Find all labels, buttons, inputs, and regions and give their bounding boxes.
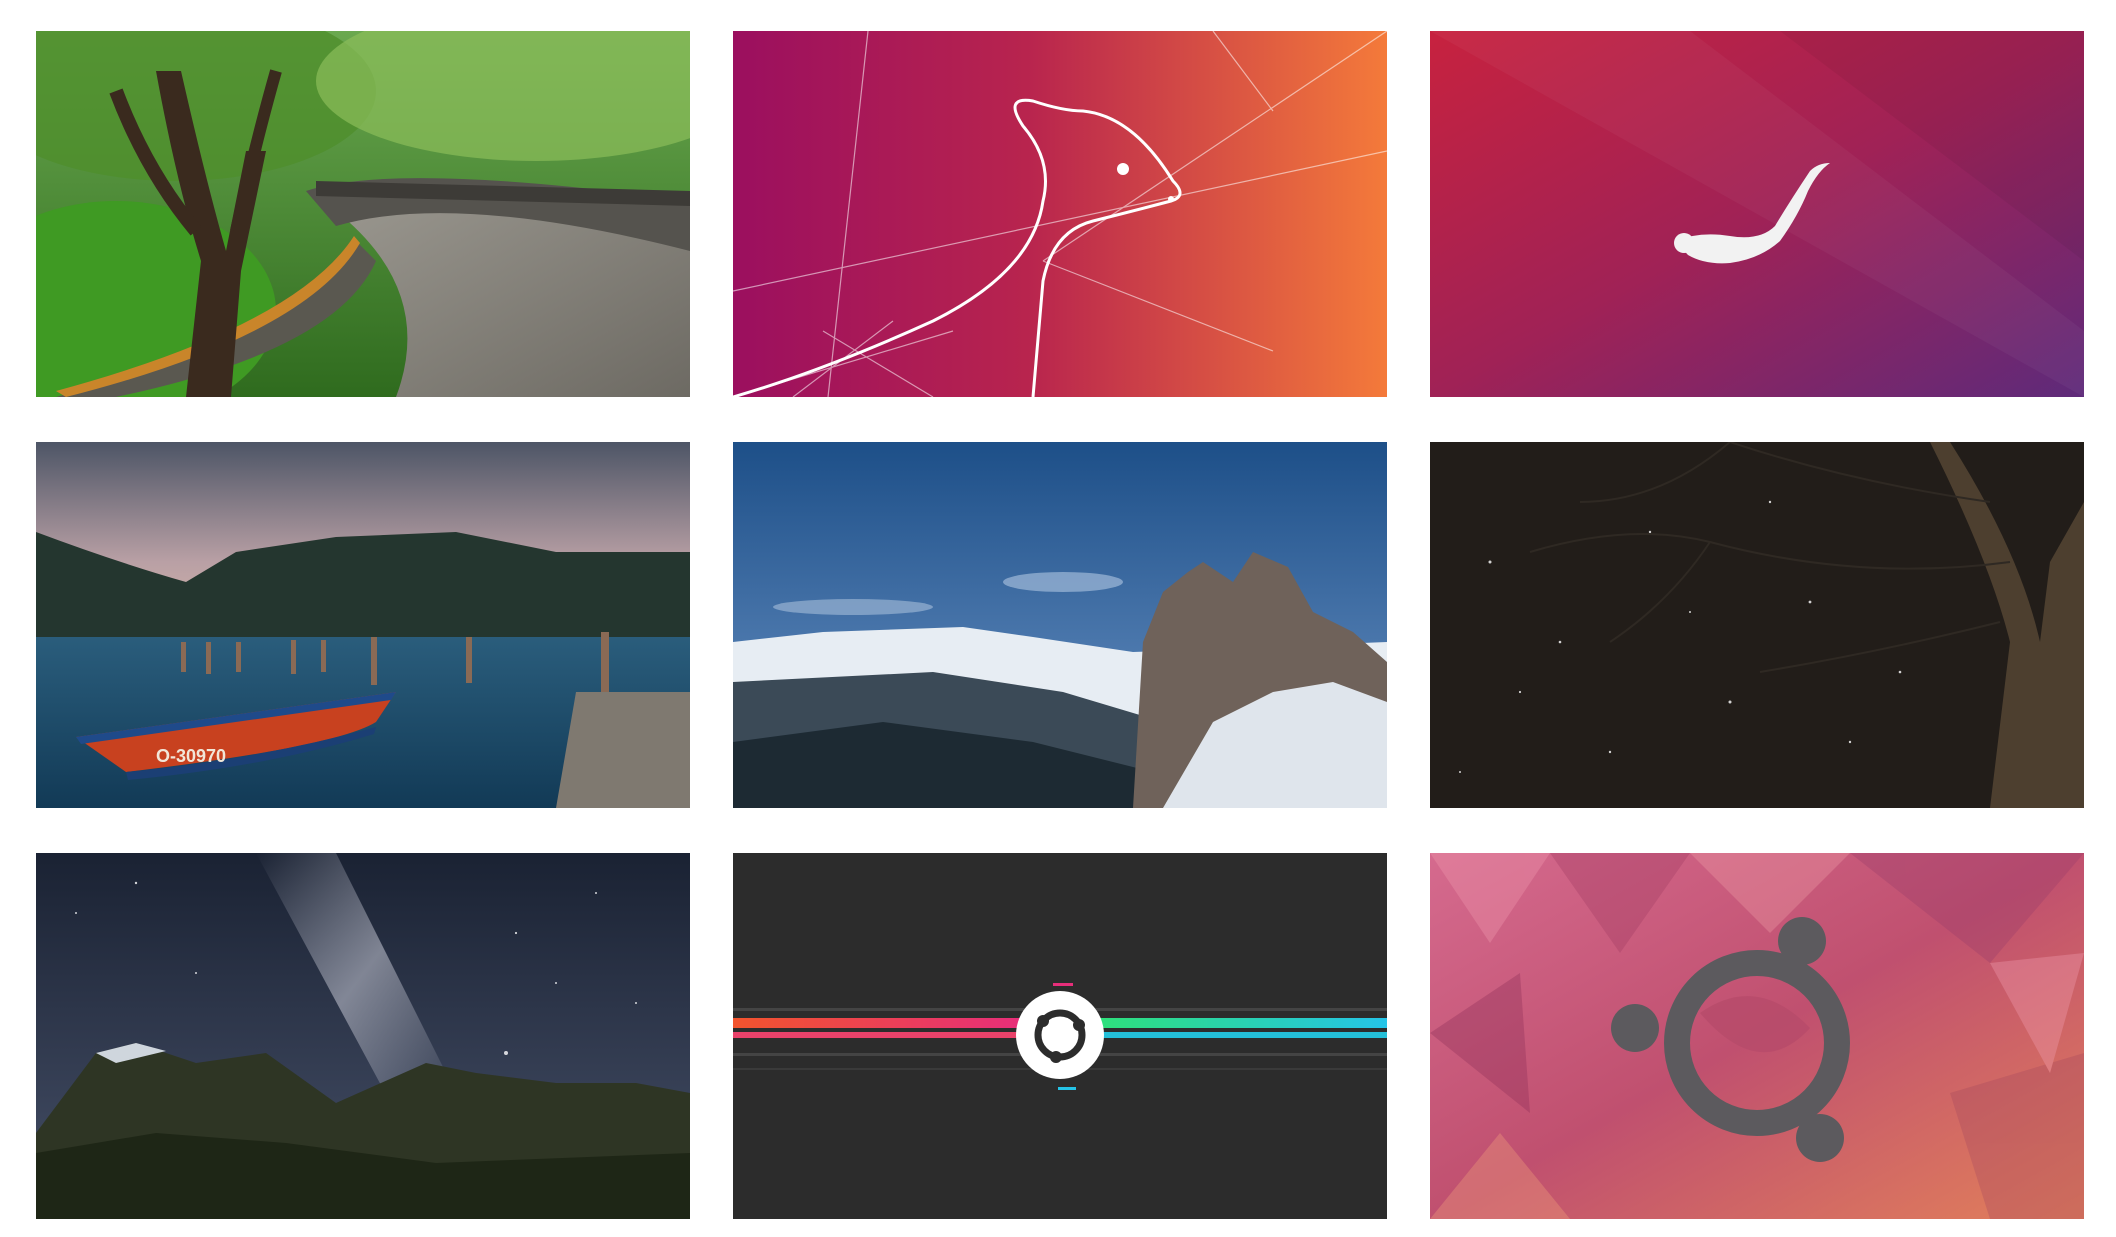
wallpaper-tile-ubuntu-lowpoly[interactable] — [1430, 853, 2084, 1219]
great-wall-image — [36, 31, 690, 397]
wallpaper-tile-milky-way[interactable] — [36, 853, 690, 1219]
wallpaper-tile-mountains[interactable] — [733, 442, 1387, 808]
lake-boat-image: O-30970 — [36, 442, 690, 808]
mountain-peaks-image — [733, 442, 1387, 808]
wallpaper-tile-great-wall[interactable] — [36, 31, 690, 397]
wallpaper-tile-night-tree[interactable] — [1430, 442, 2084, 808]
milky-way-image — [36, 853, 690, 1219]
wallpaper-gallery: O-30970 — [0, 0, 2116, 1237]
wallpaper-tile-otter[interactable] — [1430, 31, 2084, 397]
night-tree-image — [1430, 442, 2084, 808]
ferret-art-image — [733, 31, 1387, 397]
otter-art-image — [1430, 31, 2084, 397]
wallpaper-tile-ubuntu-glitch[interactable] — [733, 853, 1387, 1219]
boat-label: O-30970 — [156, 746, 226, 766]
ubuntu-lowpoly-image — [1430, 853, 2084, 1219]
wallpaper-tile-ferret[interactable] — [733, 31, 1387, 397]
ubuntu-glitch-image — [733, 853, 1387, 1219]
wallpaper-tile-lake-boat[interactable]: O-30970 — [36, 442, 690, 808]
